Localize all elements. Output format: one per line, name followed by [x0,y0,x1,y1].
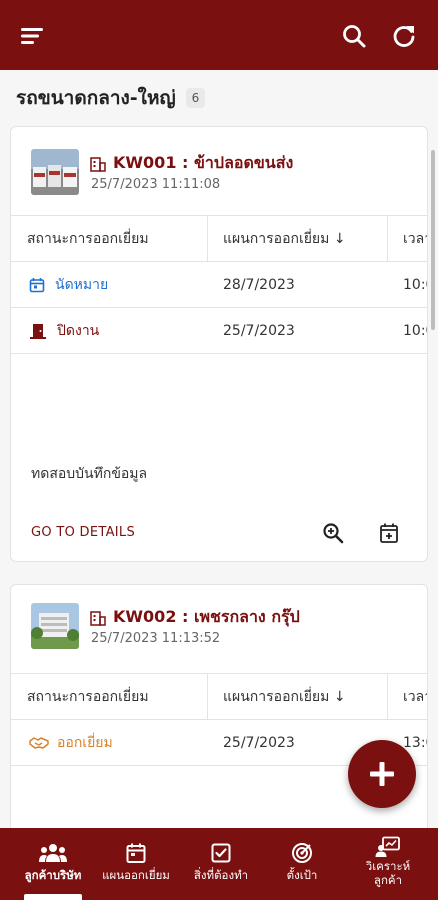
add-button[interactable] [348,740,416,808]
customer-photo [31,603,79,649]
nav-label-line1: วิเคราะห์ [365,859,411,873]
nav-label: วิเคราะห์ ลูกค้า [366,859,410,887]
section-count-badge: 6 [185,88,206,108]
column-header-time[interactable]: เวลา [403,216,427,262]
status-label: ออกเยี่ยม [57,735,113,751]
plan-date-cell: 25/7/2023 [223,323,295,339]
card-note: ทดสอบบันทึกข้อมูล [31,466,148,482]
calendar-icon [29,278,45,293]
column-header-plan[interactable]: แผนการออกเยี่ยม ↓ [223,216,393,262]
search-icon[interactable] [340,22,368,50]
card-timestamp: 25/7/2023 11:13:52 [91,631,221,646]
card-header[interactable]: KW002 : เพชรกลาง กรุ๊ป 25/7/2023 11:13:5… [11,585,427,673]
menu-icon[interactable] [18,22,46,50]
table-header-row: สถานะการออกเยี่ยม แผนการออกเยี่ยม ↓ เวลา [11,674,427,720]
main-content[interactable]: รถขนาดกลาง-ใหญ่ 6 KW001: ข้าปลอดขนส่ง 2… [0,70,438,828]
status-label: ปิดงาน [57,323,100,339]
plus-icon [370,762,394,786]
nav-label: สิ่งที่ต้องทำ [193,868,249,882]
plan-date-cell: 28/7/2023 [223,277,295,293]
status-cell: ออกเยี่ยม [29,720,207,766]
group-icon [39,844,67,862]
status-cell: ปิดงาน [29,308,207,354]
column-header-status[interactable]: สถานะการออกเยี่ยม [27,674,207,720]
table-header-row: สถานะการออกเยี่ยม แผนการออกเยี่ยม ↓ เวลา [11,216,427,262]
app-bar [0,0,438,70]
door-closed-icon [30,324,46,339]
go-to-details-button[interactable]: GO TO DETAILS [31,525,135,540]
card-title[interactable]: KW001 : ข้าปลอดขนส่ง [113,151,293,176]
customer-card[interactable]: KW001 : ข้าปลอดขนส่ง 25/7/2023 11:11:08 … [10,126,428,562]
card-timestamp: 25/7/2023 11:11:08 [91,177,221,192]
scrollbar[interactable] [431,150,435,330]
column-header-time[interactable]: เวลา [403,674,427,720]
nav-label: แผนออกเยี่ยม [102,868,170,882]
checkbox-icon [211,843,231,863]
building-icon [90,156,106,172]
status-label: นัดหมาย [55,277,109,293]
table-row[interactable]: ปิดงาน 25/7/2023 10:0 [11,308,427,354]
section-title: รถขนาดกลาง-ใหญ่ [16,87,176,109]
time-cell: 10:0 [403,277,427,293]
customer-photo [31,149,79,195]
card-header[interactable]: KW001 : ข้าปลอดขนส่ง 25/7/2023 11:11:08 [11,127,427,215]
handshake-icon [29,737,49,749]
nav-label: ตั้งเป้า [286,868,318,882]
nav-item-target[interactable]: ตั้งเป้า [262,828,342,900]
section-header: รถขนาดกลาง-ใหญ่ 6 [16,84,206,112]
time-cell: 10:0 [403,323,427,339]
card-title[interactable]: KW002 : เพชรกลาง กรุ๊ป [113,605,300,630]
zoom-in-icon[interactable] [321,521,345,545]
calendar-add-icon[interactable] [377,521,401,545]
nav-item-todo[interactable]: สิ่งที่ต้องทำ [176,828,266,900]
column-header-plan[interactable]: แผนการออกเยี่ยม ↓ [223,674,393,720]
status-cell: นัดหมาย [29,262,207,308]
building-icon [90,610,106,626]
nav-item-analytics[interactable]: วิเคราะห์ ลูกค้า [342,828,434,900]
bottom-navigation: ลูกค้าบริษัท แผนออกเยี่ยม สิ่งที่ต้องทำ … [0,828,438,900]
analytics-icon [375,836,400,857]
calendar-icon [126,843,146,863]
nav-label-line2: ลูกค้า [373,873,403,887]
card-title-row: KW002 : เพชรกลาง กรุ๊ป [89,605,300,630]
table-row[interactable]: นัดหมาย 28/7/2023 10:0 [11,262,427,308]
active-tab-indicator [24,894,82,900]
nav-item-visit-plan[interactable]: แผนออกเยี่ยม [92,828,180,900]
nav-label: ลูกค้าบริษัท [24,868,82,882]
target-icon [292,843,312,863]
nav-item-customers[interactable]: ลูกค้าบริษัท [10,828,96,900]
visit-table: สถานะการออกเยี่ยม แผนการออกเยี่ยม ↓ เวลา… [11,215,427,354]
refresh-icon[interactable] [390,22,418,50]
card-title-row: KW001 : ข้าปลอดขนส่ง [89,151,293,176]
column-header-status[interactable]: สถานะการออกเยี่ยม [27,216,207,262]
